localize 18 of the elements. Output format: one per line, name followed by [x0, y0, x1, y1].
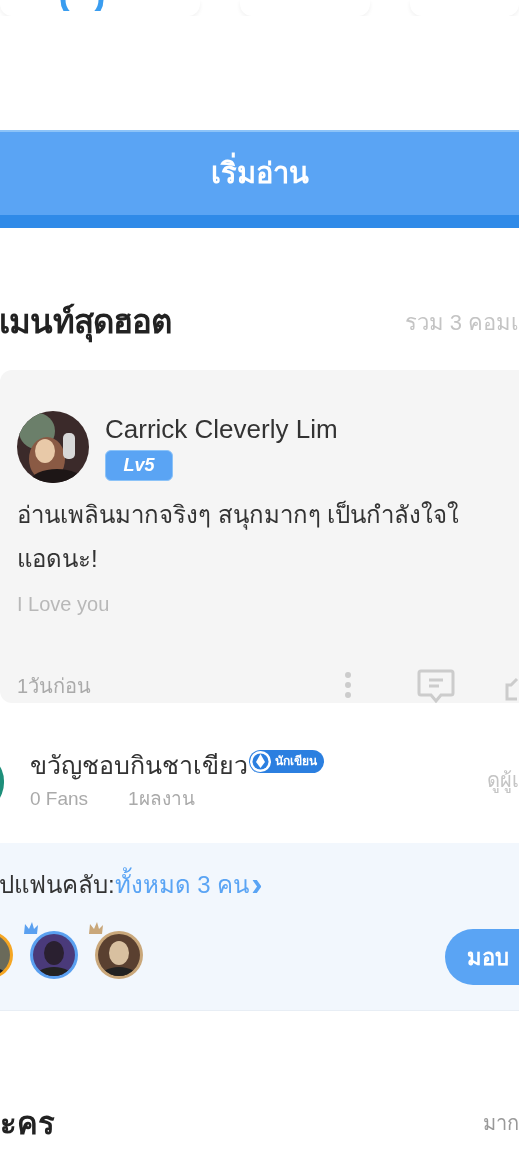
comment-count: รวม 3 คอมเ: [404, 308, 519, 337]
signature: I Love you: [17, 592, 111, 617]
section-title: ะคร: [0, 1103, 55, 1143]
username: Carrick Cleverly Lim: [105, 413, 338, 446]
give-button[interactable]: มอบ: [445, 929, 519, 985]
level-badge: Lv5: [105, 450, 173, 481]
fan-club-label: ปแฟนคลับ:: [0, 871, 115, 900]
timestamp: 1วันก่อน: [17, 674, 92, 699]
section-title: เมนท์สุดฮอต: [0, 301, 172, 345]
view-author-link[interactable]: ดูผู้เ: [487, 765, 519, 795]
author-name: ขวัญชอบกินชาเขียว: [30, 750, 248, 781]
fan-club-link[interactable]: ทั้งหมด 3 คน›: [114, 867, 263, 903]
comment-text: อ่านเพลินมากจริงๆ สนุกมากๆ เป็นกำลังใจใ แอดนะ!: [17, 499, 461, 574]
start-reading-button[interactable]: เริ่มอ่าน: [0, 130, 519, 228]
fans-count: 0 Fans: [30, 787, 89, 811]
writer-badge: นักเขียน: [249, 749, 324, 773]
more-link[interactable]: มาก: [483, 1108, 519, 1138]
works-count: 1ผลงาน: [128, 787, 195, 811]
